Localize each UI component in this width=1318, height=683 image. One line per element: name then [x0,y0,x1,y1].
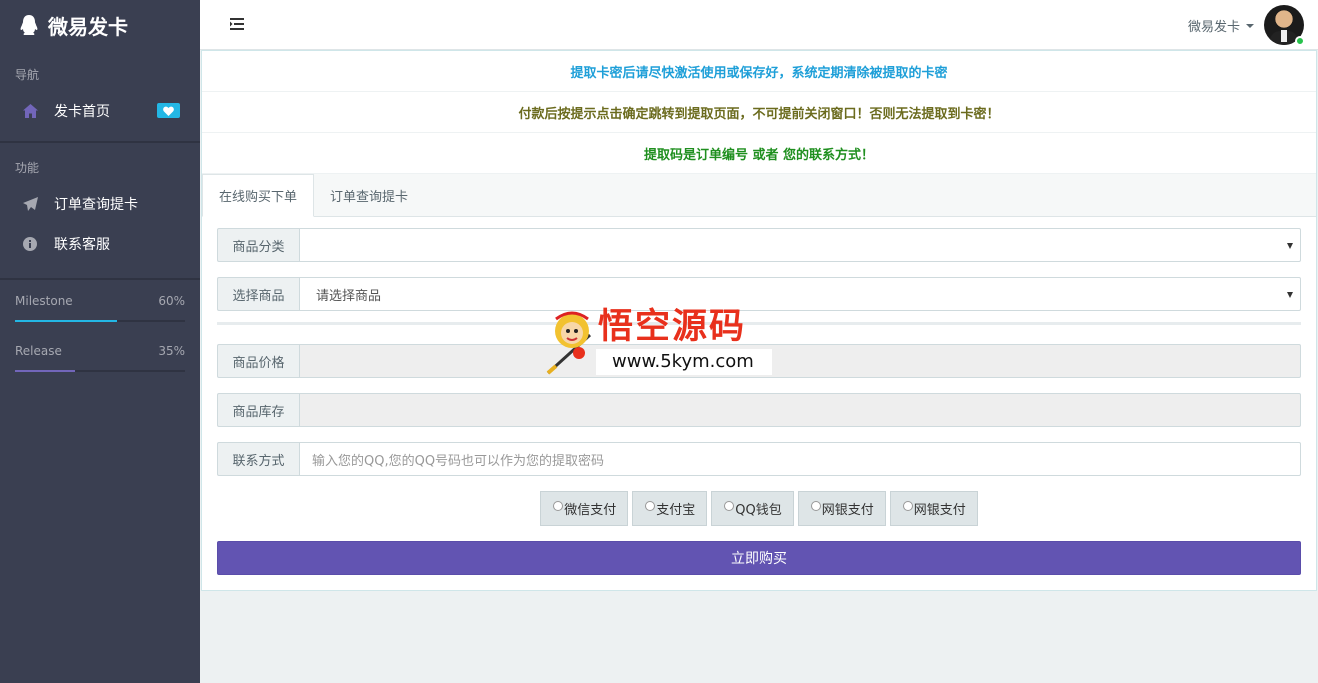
category-group: 商品分类 [217,228,1301,262]
radio-icon[interactable] [902,501,913,511]
home-icon [22,103,38,119]
progress-percent: 35% [158,344,185,358]
brand-title: 微易发卡 [48,14,128,39]
progress-name: Milestone [15,294,73,308]
category-select[interactable] [299,228,1301,262]
buy-now-button[interactable]: 立即购买 [217,541,1301,575]
pay-option-bank-1[interactable]: 网银支付 [797,491,886,526]
select-arrow-icon [1287,243,1293,249]
user-name: 微易发卡 [1187,19,1240,35]
tab-online-purchase[interactable]: 在线购买下单 [202,174,315,217]
progress-track [15,320,185,322]
watermark: 悟空源码 www.5kym.com [546,305,772,377]
progress-milestone: Milestone 60% [0,294,200,322]
sidebar-divider [0,141,200,143]
radio-icon[interactable] [553,501,564,511]
tab-order-query[interactable]: 订单查询提卡 [314,174,424,216]
user-menu[interactable]: 微易发卡 [1187,5,1305,46]
product-select[interactable]: 请选择商品 [299,277,1301,311]
top-header: 微易发卡 [200,0,1318,50]
progress-track [15,370,185,372]
notice-1: 提取卡密后请尽快激活使用或保存好，系统定期清除被提取的卡密 [202,51,1316,92]
progress-fill [15,320,117,322]
pay-option-qqwallet[interactable]: QQ钱包 [711,491,794,526]
category-label: 商品分类 [217,228,299,262]
pay-option-wechat[interactable]: 微信支付 [540,491,629,526]
brand[interactable]: 微易发卡 [0,0,200,50]
radio-icon[interactable] [810,501,821,511]
contact-group: 联系方式 输入您的QQ,您的QQ号码也可以作为您的提取密码 [217,442,1301,476]
watermark-url: www.5kym.com [612,351,754,372]
purchase-form: 商品分类 选择商品 请选择商品 商品价格 商品库存 联系方式 输入您的QQ,您的… [202,217,1316,575]
sidebar-item-contact[interactable]: 联系客服 [0,224,200,264]
product-label: 选择商品 [217,277,299,311]
info-circle-icon [22,236,38,252]
pay-option-label: QQ钱包 [735,503,782,518]
notice-2: 付款后按提示点击确定跳转到提取页面，不可提前关闭窗口！否则无法提取到卡密！ [202,92,1316,133]
stock-field [299,393,1301,427]
stock-label: 商品库存 [217,393,299,427]
contact-placeholder: 输入您的QQ,您的QQ号码也可以作为您的提取密码 [312,453,605,469]
radio-icon[interactable] [645,501,656,511]
tab-bar: 在线购买下单 订单查询提卡 [202,174,1316,217]
qq-penguin-icon [18,14,40,36]
sidebar: 微易发卡 导航 发卡首页 功能 订单查询提卡 联系客服 Milestone 60… [0,0,200,683]
pay-option-alipay[interactable]: 支付宝 [632,491,708,526]
contact-label: 联系方式 [217,442,299,476]
payment-options: 微信支付 支付宝 QQ钱包 网银支付 网银支付 [217,491,1301,526]
online-status-dot [1295,36,1305,46]
pay-option-label: 网银支付 [821,503,874,518]
price-label: 商品价格 [217,344,299,378]
progress-percent: 60% [158,294,185,308]
contact-input[interactable]: 输入您的QQ,您的QQ号码也可以作为您的提取密码 [299,442,1301,476]
pay-option-label: 支付宝 [656,503,696,518]
sidebar-item-order-query[interactable]: 订单查询提卡 [0,184,200,224]
progress-release: Release 35% [0,344,200,372]
progress-name: Release [15,344,62,358]
notice-3: 提取码是订单编号 或者 您的联系方式！ [202,133,1316,174]
price-field [299,344,1301,378]
nav-section-header: 导航 [15,68,40,82]
watermark-title: 悟空源码 [598,306,747,347]
sidebar-item-label: 订单查询提卡 [54,197,138,213]
sidebar-divider [0,278,200,280]
select-arrow-icon [1287,292,1293,298]
stock-group: 商品库存 [217,393,1301,427]
progress-fill [15,370,75,372]
func-section-header: 功能 [15,161,40,175]
sidebar-item-label: 联系客服 [54,237,110,253]
heart-badge-icon [157,103,180,118]
pay-option-label: 网银支付 [913,503,966,518]
sidebar-item-home[interactable]: 发卡首页 [0,91,200,131]
product-value: 请选择商品 [316,288,382,304]
pay-option-bank-2[interactable]: 网银支付 [889,491,978,526]
pay-option-label: 微信支付 [564,503,617,518]
paper-plane-icon [22,196,38,212]
radio-icon[interactable] [724,501,735,511]
caret-down-icon [1246,24,1254,28]
menu-toggle-icon[interactable] [229,17,245,33]
sidebar-item-label: 发卡首页 [54,104,110,120]
